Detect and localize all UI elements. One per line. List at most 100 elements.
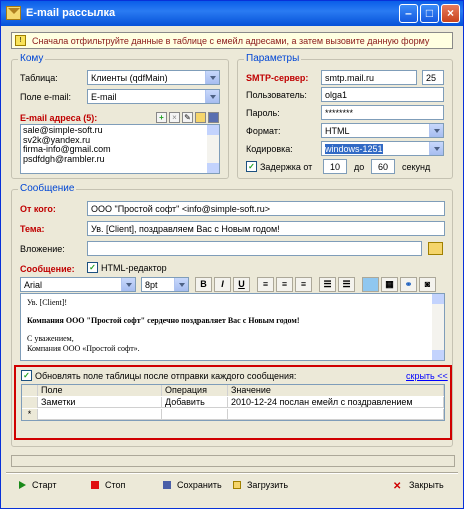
editor-line: Ув. [Client]!	[27, 298, 68, 307]
chevron-down-icon[interactable]	[429, 124, 443, 137]
table-cell[interactable]	[162, 409, 228, 420]
grid-corner	[22, 385, 38, 396]
attachment-label: Вложение:	[20, 244, 65, 254]
title-bar[interactable]: E-mail рассылка – □ ×	[1, 1, 463, 26]
table-row[interactable]: Заметки Добавить 2010-12-24 послан емейл…	[22, 397, 444, 408]
table-cell[interactable]: 2010-12-24 послан емейл с поздравлением	[228, 397, 444, 408]
message-label: Сообщение:	[20, 264, 75, 274]
table-select-value: Клиенты (qdfMain)	[91, 73, 168, 83]
align-left-icon[interactable]: ≡	[257, 277, 274, 292]
warning-icon: !	[15, 35, 26, 46]
editor-scrollbar[interactable]	[432, 294, 444, 360]
column-header[interactable]: Поле	[38, 385, 162, 396]
hint-bar: ! Сначала отфильтруйте данные в таблице …	[11, 32, 453, 49]
encoding-select[interactable]: windows-1251	[321, 141, 444, 156]
start-button[interactable]: Старт	[19, 478, 56, 495]
delay-label: Задержка от	[260, 162, 313, 172]
delay-checkbox[interactable]: ✓	[246, 161, 257, 172]
bullet-list-icon[interactable]: ☰	[319, 277, 336, 292]
folder-icon	[233, 481, 241, 489]
chevron-down-icon[interactable]	[205, 90, 219, 103]
link-icon[interactable]: ⚭	[400, 277, 417, 292]
envelope-icon	[6, 6, 21, 20]
table-cell[interactable]: Заметки	[38, 397, 162, 408]
editor-line: Компания ООО "Простой софт" сердечно поз…	[27, 316, 300, 325]
attachment-input[interactable]	[87, 241, 422, 256]
load-button-label: Загрузить	[247, 480, 289, 490]
from-input[interactable]: ООО "Простой софт" <info@simple-soft.ru>	[87, 201, 445, 216]
new-row-marker: *	[22, 409, 38, 420]
divider	[6, 472, 458, 474]
align-center-icon[interactable]: ≡	[276, 277, 293, 292]
emails-list[interactable]: sale@simple-soft.ru sv2k@yandex.ru firma…	[20, 124, 220, 174]
update-field-label: Обновлять поле таблицы после отправки ка…	[35, 371, 297, 381]
source-icon[interactable]: ◙	[419, 277, 436, 292]
delay-to-input[interactable]: 60	[371, 159, 395, 174]
table-row-new[interactable]: *	[22, 409, 444, 420]
smtp-input[interactable]: smtp.mail.ru	[321, 70, 417, 85]
delay-unit-label: секунд	[402, 162, 431, 172]
from-label: От кого:	[20, 204, 56, 214]
format-select-value: HTML	[325, 126, 350, 136]
html-editor-checkbox[interactable]: ✓	[87, 262, 98, 273]
table-cell[interactable]: Добавить	[162, 397, 228, 408]
delete-icon[interactable]: ×	[169, 112, 180, 123]
stop-button[interactable]: Стоп	[91, 478, 125, 495]
load-button[interactable]: Загрузить	[233, 478, 288, 495]
params-group-label: Параметры	[244, 53, 302, 64]
message-group-label: Сообщение	[18, 183, 77, 194]
table-cell[interactable]	[228, 409, 444, 420]
format-select[interactable]: HTML	[321, 123, 444, 138]
email-field-select[interactable]: E-mail	[87, 89, 220, 104]
close-button[interactable]: ✕ Закрыть	[393, 478, 444, 495]
chevron-down-icon[interactable]	[121, 278, 135, 291]
edit-icon[interactable]: ✎	[182, 112, 193, 123]
maximize-button[interactable]: □	[420, 4, 439, 23]
delay-to-label: до	[354, 162, 365, 172]
list-item[interactable]: psdfdgh@rambler.ru	[23, 154, 217, 165]
smtp-label: SMTP-сервер:	[246, 73, 309, 83]
emails-scrollbar[interactable]	[207, 125, 219, 173]
add-icon[interactable]: +	[156, 112, 167, 123]
port-input[interactable]: 25	[422, 70, 444, 85]
hide-link[interactable]: скрыть <<	[406, 371, 448, 381]
password-input[interactable]: ********	[321, 105, 444, 120]
window-title: E-mail рассылка	[26, 7, 116, 19]
save-icon[interactable]	[208, 112, 219, 123]
user-input[interactable]: olga1	[321, 87, 444, 102]
align-right-icon[interactable]: ≡	[295, 277, 312, 292]
subject-input[interactable]: Ув. [Client], поздравляем Вас с Новым го…	[87, 221, 445, 236]
image-icon[interactable]	[362, 277, 379, 292]
update-field-checkbox[interactable]: ✓	[21, 370, 32, 381]
recipients-group-label: Кому	[18, 53, 46, 64]
column-header[interactable]: Значение	[228, 385, 444, 396]
minimize-button[interactable]: –	[399, 4, 418, 23]
row-selector[interactable]	[22, 397, 38, 408]
underline-button[interactable]: U	[233, 277, 250, 292]
close-window-button[interactable]: ×	[441, 4, 460, 23]
save-button[interactable]: Сохранить	[163, 478, 222, 495]
play-icon	[19, 481, 26, 489]
table-icon[interactable]: ▦	[381, 277, 398, 292]
encoding-label: Кодировка:	[246, 144, 293, 154]
numbered-list-icon[interactable]: ☰	[338, 277, 355, 292]
delay-from-input[interactable]: 10	[323, 159, 347, 174]
update-grid[interactable]: Поле Операция Значение Заметки Добавить …	[21, 384, 445, 421]
stop-button-label: Стоп	[105, 480, 126, 490]
message-editor[interactable]: Ув. [Client]! Компания ООО "Простой софт…	[20, 293, 445, 361]
folder-icon[interactable]	[195, 112, 206, 123]
chevron-down-icon[interactable]	[205, 71, 219, 84]
italic-button[interactable]: I	[214, 277, 231, 292]
password-label: Пароль:	[246, 108, 280, 118]
open-folder-icon[interactable]	[428, 242, 443, 255]
column-header[interactable]: Операция	[162, 385, 228, 396]
chevron-down-icon[interactable]	[429, 142, 443, 155]
size-select[interactable]: 8pt	[141, 277, 189, 292]
emails-label: E-mail адреса (5):	[20, 113, 98, 123]
table-select[interactable]: Клиенты (qdfMain)	[87, 70, 220, 85]
bold-button[interactable]: B	[195, 277, 212, 292]
font-select[interactable]: Arial	[20, 277, 136, 292]
table-cell[interactable]	[38, 409, 162, 420]
close-button-label: Закрыть	[409, 480, 444, 490]
chevron-down-icon[interactable]	[174, 278, 188, 291]
